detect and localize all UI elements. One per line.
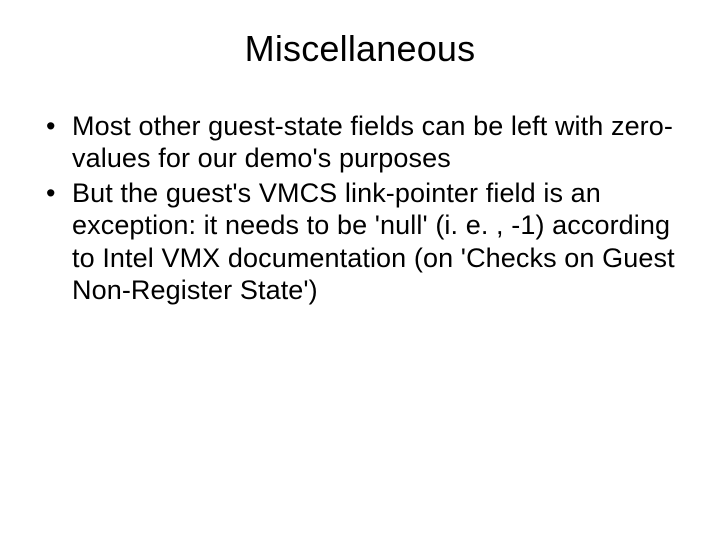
bullet-text: But the guest's VMCS link-pointer field … [72, 178, 675, 305]
list-item: Most other guest-state fields can be lef… [44, 110, 680, 175]
slide: Miscellaneous Most other guest-state fie… [0, 0, 720, 540]
bullet-text: Most other guest-state fields can be lef… [72, 111, 673, 173]
bullet-list: Most other guest-state fields can be lef… [40, 110, 680, 306]
list-item: But the guest's VMCS link-pointer field … [44, 177, 680, 307]
slide-title: Miscellaneous [40, 28, 680, 70]
